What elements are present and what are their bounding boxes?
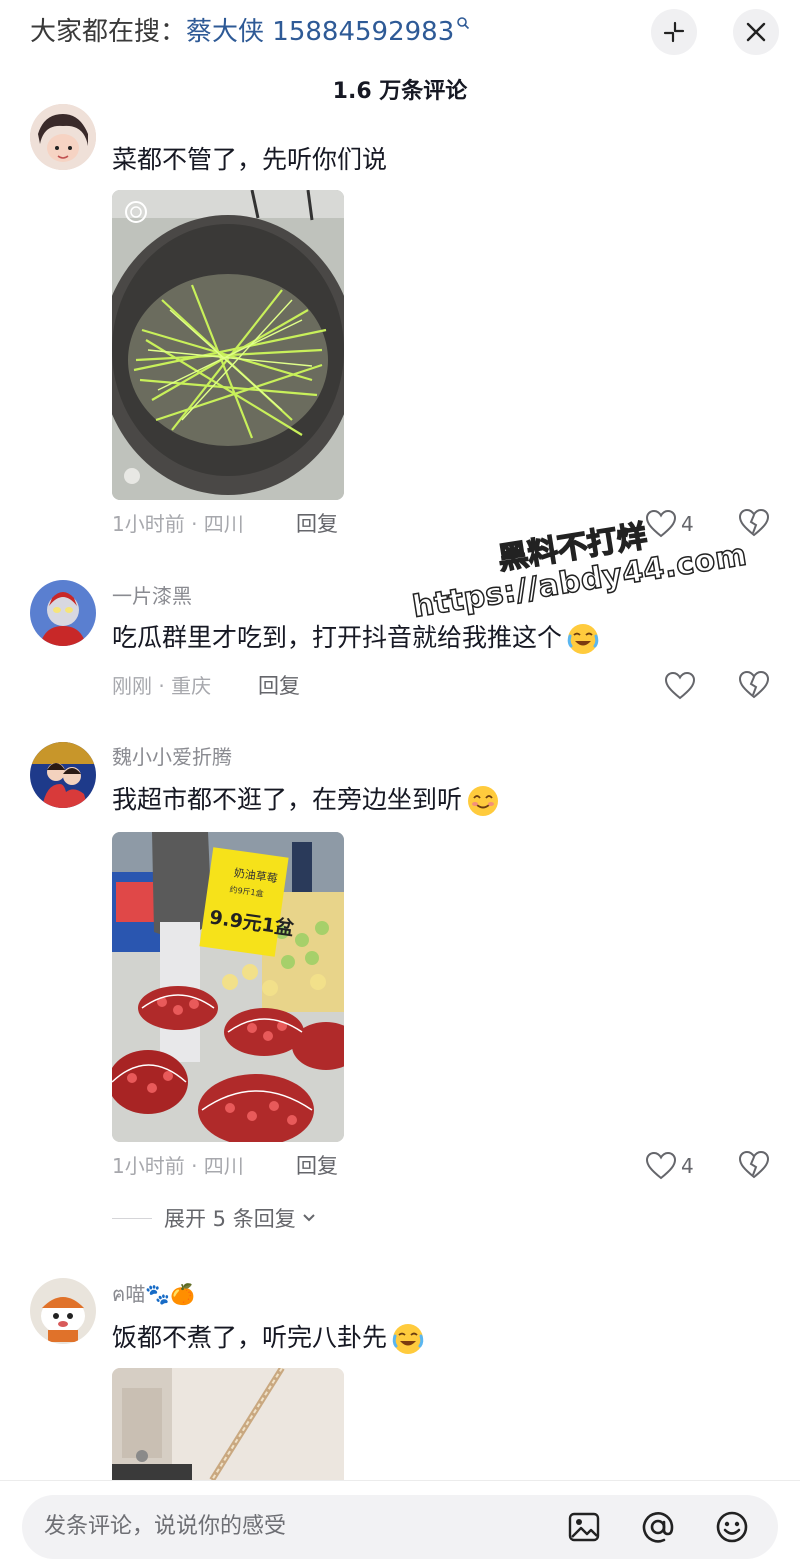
- expand-replies-button[interactable]: 展开 5 条回复: [112, 1203, 318, 1233]
- image-icon[interactable]: [566, 1509, 602, 1545]
- search-suggestion-prefix: 大家都在搜：: [30, 17, 187, 47]
- comment-text: 我超市都不逛了，在旁边坐到听: [112, 782, 500, 818]
- search-icon: [457, 17, 470, 30]
- comment-meta: 1小时前 · 四川: [112, 512, 244, 536]
- dislike-button[interactable]: [738, 1150, 770, 1182]
- comment-text: 饭都不煮了，听完八卦先: [112, 1320, 425, 1356]
- comment-username[interactable]: 一片漆黑: [112, 582, 192, 610]
- collapse-button[interactable]: [651, 9, 697, 55]
- expand-replies-label: 展开 5 条回复: [164, 1207, 296, 1231]
- emoji-icon[interactable]: [714, 1509, 750, 1545]
- search-suggestion[interactable]: 大家都在搜：蔡大侠 15884592983: [30, 14, 470, 50]
- like-count: 4: [681, 1154, 694, 1178]
- comment-count-title: 1.6 万条评论: [332, 79, 468, 104]
- comment-meta: 1小时前 · 四川: [112, 1154, 244, 1178]
- comment-username[interactable]: ฅ喵🐾🍊: [112, 1280, 195, 1308]
- reply-button[interactable]: 回复: [296, 1151, 338, 1181]
- avatar[interactable]: [30, 742, 96, 808]
- comment-composer-bar: 发条评论，说说你的感受: [0, 1480, 800, 1560]
- avatar[interactable]: [30, 104, 96, 170]
- comment-text-content: 我超市都不逛了，在旁边坐到听: [112, 785, 463, 814]
- like-button[interactable]: [664, 670, 696, 702]
- broken-heart-icon: [738, 670, 770, 699]
- chevron-down-icon: [303, 1214, 315, 1222]
- expand-divider: [112, 1217, 152, 1219]
- close-button[interactable]: [733, 9, 779, 55]
- dislike-button[interactable]: [738, 670, 770, 702]
- comment-text: 菜都不管了，先听你们说: [112, 145, 388, 174]
- comment-meta: 刚刚 · 重庆: [112, 674, 212, 698]
- like-button[interactable]: 4: [645, 1150, 694, 1182]
- crying-laughing-emoji-icon: [392, 1324, 424, 1354]
- comment-input[interactable]: 发条评论，说说你的感受: [22, 1495, 778, 1559]
- heart-icon: [645, 1151, 677, 1180]
- heart-icon: [664, 671, 696, 700]
- smiling-emoji-icon: [468, 786, 499, 816]
- avatar[interactable]: [30, 580, 96, 646]
- top-bar: 大家都在搜：蔡大侠 15884592983: [0, 0, 800, 64]
- search-suggestion-keyword[interactable]: 蔡大侠 15884592983: [186, 17, 454, 47]
- close-icon: [746, 22, 766, 42]
- reply-button[interactable]: 回复: [296, 509, 338, 539]
- comment-input-placeholder: 发条评论，说说你的感受: [44, 1514, 287, 1539]
- comment-image[interactable]: [112, 1368, 344, 1480]
- comment-text-content: 饭都不煮了，听完八卦先: [112, 1323, 388, 1352]
- comment-image[interactable]: [112, 190, 344, 500]
- comment-image[interactable]: 奶油草莓 约9斤1盒 9.9元1盆: [112, 832, 344, 1142]
- broken-heart-icon: [738, 1150, 770, 1179]
- at-icon[interactable]: [640, 1509, 676, 1545]
- reply-button[interactable]: 回复: [258, 671, 300, 701]
- collapse-icon: [663, 21, 685, 43]
- avatar[interactable]: [30, 1278, 96, 1344]
- comment-username[interactable]: 魏小小爱折腾: [112, 743, 232, 771]
